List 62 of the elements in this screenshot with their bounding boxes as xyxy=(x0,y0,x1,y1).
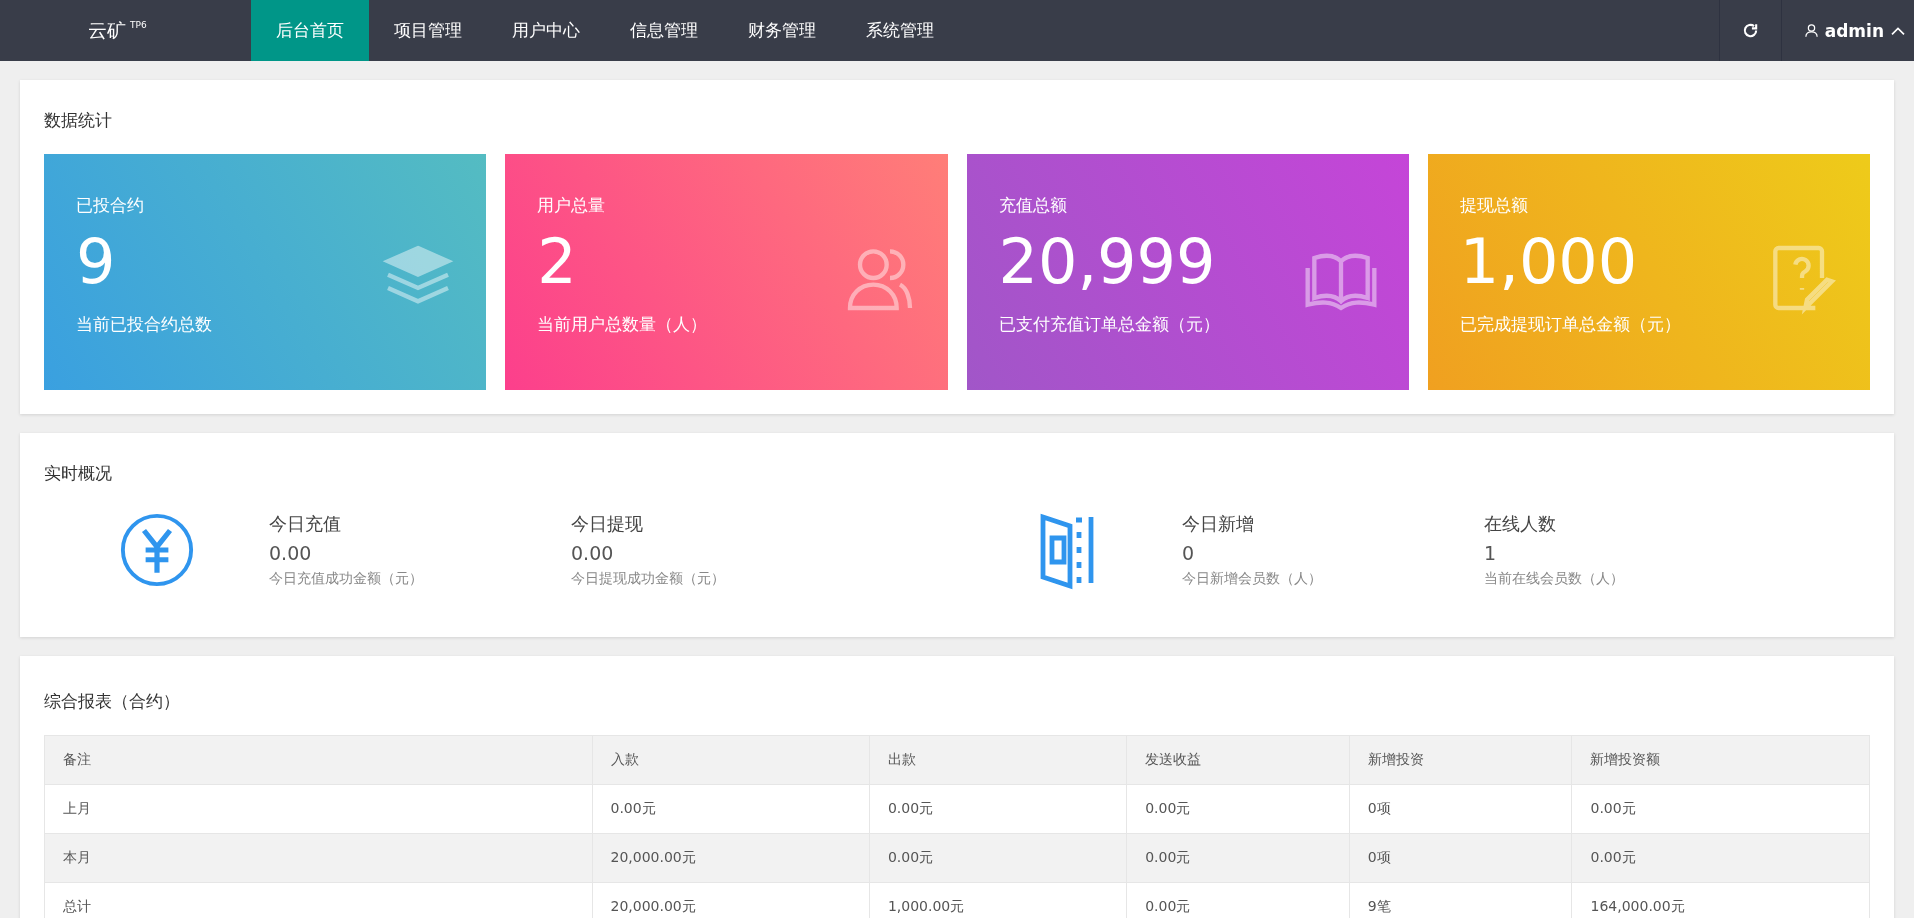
stat-label: 用户总量 xyxy=(537,194,607,217)
table-cell: 总计 xyxy=(44,882,592,918)
stat-note: 今日提现成功金额（元） xyxy=(571,570,726,588)
table-cell: 0.00元 xyxy=(1126,833,1350,883)
stat-label: 今日新增 xyxy=(1182,512,1255,536)
stat-label: 在线人数 xyxy=(1484,512,1557,536)
table-cell: 1,000.00元 xyxy=(869,882,1127,918)
refresh-icon xyxy=(1741,22,1759,39)
stat-value: 0.00 xyxy=(571,542,615,564)
table-cell: 164,000.00元 xyxy=(1572,882,1870,918)
stat-value: 1,000 xyxy=(1459,231,1638,293)
stat-value: 0.00 xyxy=(269,542,313,564)
stat-label: 今日提现 xyxy=(571,512,644,536)
stat-label: 提现总额 xyxy=(1459,194,1529,217)
stat-value: 20,999 xyxy=(998,231,1216,293)
stat-label: 已投合约 xyxy=(76,194,145,217)
stat-note: 当前在线会员数（人） xyxy=(1484,570,1625,588)
section-title: 综合报表（合约） xyxy=(44,690,181,713)
column-header: 新增投资 xyxy=(1349,735,1572,785)
column-header: 发送收益 xyxy=(1126,735,1350,785)
table-cell: 0项 xyxy=(1349,833,1572,883)
stat-note: 当前用户总数量（人） xyxy=(537,313,709,336)
column-header: 备注 xyxy=(44,735,592,785)
stat-label: 今日充值 xyxy=(269,512,342,536)
table-cell: 上月 xyxy=(44,784,592,834)
stat-note: 今日充值成功金额（元） xyxy=(269,570,424,588)
nav-tab[interactable]: 信息管理 xyxy=(605,0,723,61)
table-cell: 20,000.00元 xyxy=(592,833,870,883)
column-header: 新增投资额 xyxy=(1572,735,1870,785)
section-title: 实时概况 xyxy=(44,462,113,485)
table-cell: 0.00元 xyxy=(1572,833,1870,883)
logo: 云矿 xyxy=(88,17,126,43)
stat-value: 0 xyxy=(1182,542,1196,564)
section-title: 数据统计 xyxy=(44,109,113,132)
stat-note: 已完成提现订单总金额（元） xyxy=(1459,313,1682,336)
stat-value: 9 xyxy=(76,231,116,293)
nav-tab[interactable]: 后台首页 xyxy=(251,0,369,61)
stat-value: 1 xyxy=(1484,542,1498,564)
nav-tab[interactable]: 系统管理 xyxy=(841,0,959,61)
table-cell: 0.00元 xyxy=(1126,784,1350,834)
column-header: 入款 xyxy=(592,735,870,785)
table-cell: 9笔 xyxy=(1349,882,1572,918)
nav-tab[interactable]: 用户中心 xyxy=(487,0,605,61)
user-icon xyxy=(1803,22,1819,39)
table-cell: 20,000.00元 xyxy=(592,882,870,918)
table-cell: 0.00元 xyxy=(592,784,870,834)
table-cell: 本月 xyxy=(44,833,592,883)
version-label: TP6 xyxy=(130,20,147,30)
stat-note: 当前已投合约总数 xyxy=(76,313,213,336)
table-cell: 0项 xyxy=(1349,784,1572,834)
column-header: 出款 xyxy=(869,735,1127,785)
user-menu[interactable]: admin xyxy=(1780,0,1914,61)
stat-note: 已支付充值订单总金额（元） xyxy=(998,313,1221,336)
table-cell: 0.00元 xyxy=(869,784,1127,834)
table-cell: 0.00元 xyxy=(1126,882,1350,918)
table-cell: 0.00元 xyxy=(1572,784,1870,834)
stat-value: 2 xyxy=(537,231,577,293)
table-cell: 0.00元 xyxy=(869,833,1127,883)
stat-note: 今日新增会员数（人） xyxy=(1182,570,1323,588)
stat-label: 充值总额 xyxy=(998,194,1068,217)
nav-tab[interactable]: 财务管理 xyxy=(723,0,841,61)
nav-tab[interactable]: 项目管理 xyxy=(369,0,487,61)
